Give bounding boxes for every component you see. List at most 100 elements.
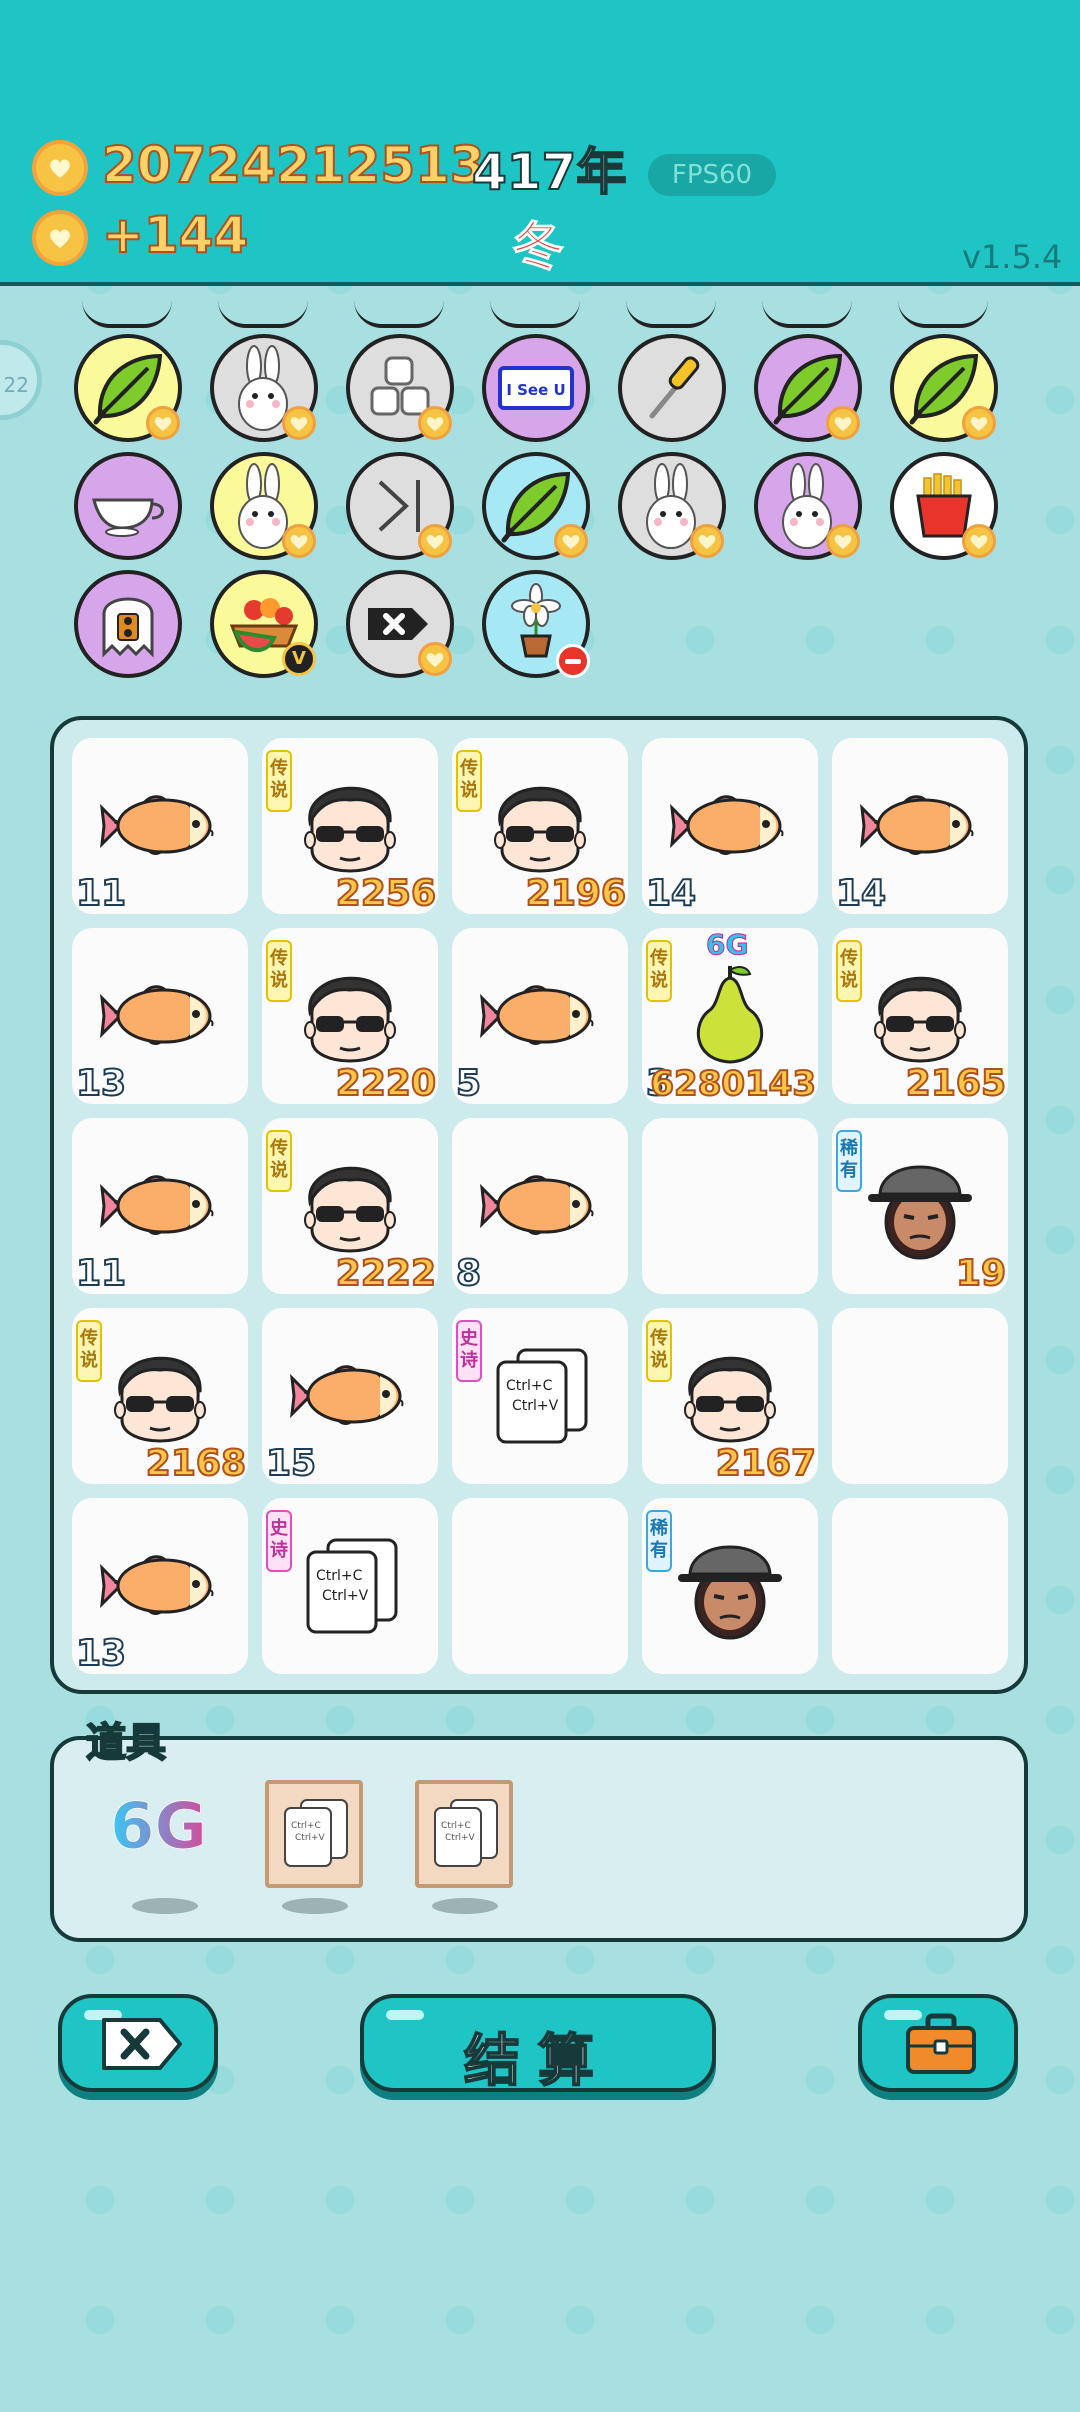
empty-slot[interactable]: [452, 1498, 628, 1674]
scrolled-item-edge: [218, 300, 308, 328]
board-slot[interactable]: 传说 2196: [452, 738, 628, 915]
board-slot[interactable]: Ctrl+C Ctrl+V 史诗: [262, 1498, 438, 1674]
board-slot[interactable]: 11: [72, 738, 248, 915]
epic-rarity-tag: 史诗: [266, 1510, 292, 1572]
inventory-item[interactable]: [890, 334, 998, 442]
board-slot[interactable]: 传说 2222: [262, 1118, 438, 1295]
count-label: 5: [455, 1062, 482, 1105]
value-label: 2196: [525, 872, 627, 915]
fish-icon: [472, 948, 608, 1084]
board-slot[interactable]: 13: [72, 928, 248, 1105]
count-label: 14: [835, 872, 887, 915]
bag-button[interactable]: [858, 1994, 1018, 2092]
remove-icon[interactable]: [556, 644, 590, 678]
board-slot[interactable]: 稀有 19: [832, 1118, 1008, 1295]
inventory-item[interactable]: V: [210, 570, 318, 678]
board-slot[interactable]: 传说 6G 3 6280143: [642, 928, 818, 1105]
settle-button-label: 结算: [463, 2028, 612, 2095]
copy-paste-icon: Ctrl+C Ctrl+V: [472, 1328, 608, 1464]
board-slot[interactable]: 传说 2168: [72, 1308, 248, 1485]
board-slot[interactable]: 15: [262, 1308, 438, 1485]
value-label: 2222: [335, 1252, 437, 1295]
top-label: 6G: [705, 928, 749, 962]
board-slot[interactable]: 传说 2165: [832, 928, 1008, 1105]
cancel-button[interactable]: [58, 1994, 218, 2092]
inventory-item[interactable]: [210, 334, 318, 442]
value-label: 2167: [715, 1442, 817, 1485]
board-slot[interactable]: 传说 2167: [642, 1308, 818, 1485]
fish-icon: [472, 1138, 608, 1274]
scrolled-item-edge: [354, 300, 444, 328]
value-label: 6280143: [649, 1063, 817, 1105]
value-label: 19: [955, 1252, 1007, 1295]
inventory-item[interactable]: [482, 452, 590, 560]
inventory-item[interactable]: [346, 452, 454, 560]
svg-text:Ctrl+C: Ctrl+C: [316, 1568, 363, 1584]
legend-rarity-tag: 传说: [646, 1320, 672, 1382]
copy-paste-card-icon: Ctrl+C Ctrl+V: [284, 1799, 348, 1867]
inventory-item[interactable]: [754, 452, 862, 560]
legend-rarity-tag: 传说: [266, 750, 292, 812]
inventory-item[interactable]: [74, 452, 182, 560]
inventory-item[interactable]: [618, 452, 726, 560]
board-slot[interactable]: 5: [452, 928, 628, 1105]
inventory-item[interactable]: [346, 570, 454, 678]
tool-copy-paste-2[interactable]: Ctrl+C Ctrl+V: [415, 1780, 513, 1888]
value-label: 2220: [335, 1062, 437, 1105]
copy-paste-icon: Ctrl+C Ctrl+V: [282, 1518, 418, 1654]
empty-slot[interactable]: [642, 1118, 818, 1294]
scrolled-item-edge: [626, 300, 716, 328]
board-slot[interactable]: 8: [452, 1118, 628, 1295]
inventory-item[interactable]: [482, 570, 590, 678]
board-slot[interactable]: 13: [72, 1498, 248, 1675]
inventory-item[interactable]: [890, 452, 998, 560]
coin-icon: [32, 210, 88, 266]
svg-text:Ctrl+V: Ctrl+V: [445, 1833, 476, 1843]
tool-shadow: [132, 1898, 198, 1914]
settle-button[interactable]: 结算: [360, 1994, 716, 2095]
board-slot[interactable]: 传说 2220: [262, 928, 438, 1105]
tool-6g[interactable]: 6G: [110, 1790, 220, 1870]
screwdriver-icon: [622, 338, 722, 438]
rare-rarity-tag: 稀有: [646, 1510, 672, 1572]
inventory-item[interactable]: [754, 334, 862, 442]
svg-text:Ctrl+C: Ctrl+C: [291, 1821, 321, 1831]
heart-coin-icon: [282, 406, 316, 440]
count-label: 15: [265, 1442, 317, 1485]
epic-rarity-tag: 史诗: [456, 1320, 482, 1382]
ghost-icon: [78, 574, 178, 674]
board-slot[interactable]: 14: [832, 738, 1008, 915]
coin-icon: [32, 140, 88, 196]
inventory-item[interactable]: [346, 334, 454, 442]
svg-text:Ctrl+C: Ctrl+C: [441, 1821, 471, 1831]
legend-rarity-tag: 传说: [266, 940, 292, 1002]
inventory-item[interactable]: [618, 334, 726, 442]
board-slot[interactable]: 11: [72, 1118, 248, 1295]
i-see-u-sign-icon: I See U: [486, 338, 586, 438]
empty-slot[interactable]: [832, 1308, 1008, 1484]
value-label: 2168: [145, 1442, 247, 1485]
vip-badge-icon: V: [282, 642, 316, 676]
inventory-item[interactable]: [74, 334, 182, 442]
heart-coin-icon: [826, 524, 860, 558]
inventory-item[interactable]: I See U: [482, 334, 590, 442]
heart-coin-icon: [418, 406, 452, 440]
inventory-item[interactable]: [210, 452, 318, 560]
board-slot[interactable]: 稀有: [642, 1498, 818, 1674]
empty-slot[interactable]: [832, 1498, 1008, 1674]
season-label: 冬: [511, 218, 565, 279]
legend-rarity-tag: 传说: [76, 1320, 102, 1382]
legend-rarity-tag: 传说: [456, 750, 482, 812]
heart-coin-icon: [146, 406, 180, 440]
bucket-hat-man-icon: [662, 1518, 798, 1654]
board-slot[interactable]: Ctrl+C Ctrl+V 史诗: [452, 1308, 628, 1484]
tool-copy-paste-1[interactable]: Ctrl+C Ctrl+V: [265, 1780, 363, 1888]
inventory-item[interactable]: [74, 570, 182, 678]
heart-coin-icon: [554, 524, 588, 558]
fps-badge: FPS60: [648, 154, 776, 196]
svg-text:Ctrl+V: Ctrl+V: [512, 1398, 559, 1414]
board-slot[interactable]: 14: [642, 738, 818, 915]
legend-rarity-tag: 传说: [646, 940, 672, 1002]
count-label: 13: [75, 1062, 127, 1105]
board-slot[interactable]: 传说 2256: [262, 738, 438, 915]
